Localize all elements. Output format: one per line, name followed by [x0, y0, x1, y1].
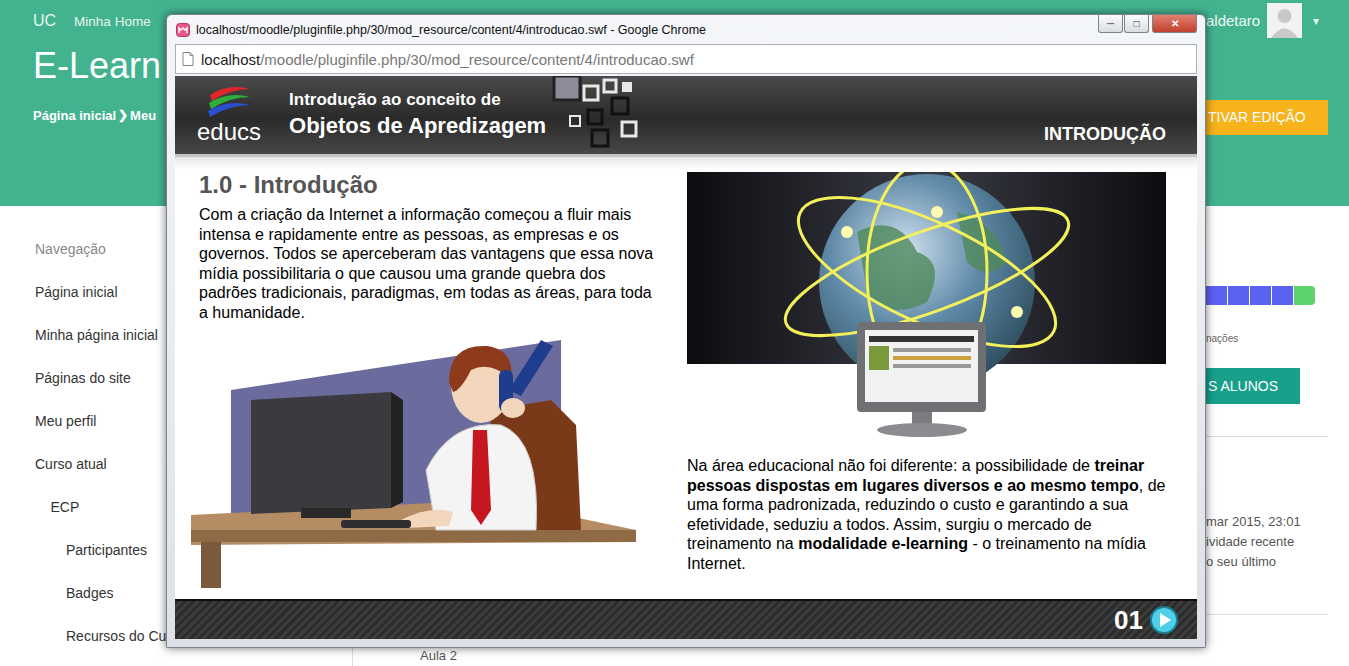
navigation-item[interactable]: Minha página inicial: [0, 314, 166, 357]
logo-text: educs: [197, 119, 261, 145]
window-title: localhost/moodle/pluginfile.php/30/mod_r…: [196, 23, 706, 37]
navigation-item[interactable]: Recursos do Cu: [0, 615, 166, 658]
header-left: UC Minha Home E-Learn Página inicial❯Meu: [0, 0, 166, 206]
navigation-item[interactable]: Participantes: [0, 529, 166, 572]
chrome-popup-window[interactable]: localhost/moodle/pluginfile.php/30/mod_r…: [166, 14, 1206, 648]
progress-block[interactable]: [1272, 286, 1293, 305]
paragraph-segment: Na área educacional não foi diferente: a…: [687, 457, 1094, 474]
breadcrumb: Página inicial❯Meu: [33, 108, 166, 123]
url-text[interactable]: localhost/moodle/pluginfile.php/30/mod_r…: [201, 51, 694, 68]
user-name[interactable]: aldetaro: [1206, 12, 1260, 29]
next-play-icon[interactable]: [1149, 605, 1179, 635]
maximize-button[interactable]: □: [1124, 15, 1149, 33]
educs-swoosh-icon: [206, 85, 252, 119]
navigation-title: Navegação: [0, 228, 166, 271]
avatar-icon[interactable]: [1267, 3, 1302, 38]
man-on-phone-illustration: [191, 330, 636, 588]
top-link[interactable]: Minha Home: [74, 14, 151, 29]
moodle-page: UCMinha HomeE-LearnPágina inicial❯Meuald…: [0, 0, 1349, 666]
right-column: Na área educacional não foi diferente: a…: [687, 171, 1171, 599]
lesson-player: educs Introdução ao conceito deObjetos de…: [175, 76, 1197, 639]
divider: [1206, 436, 1328, 437]
educs-logo: educs: [197, 85, 261, 145]
moodle-favicon-icon: [176, 23, 190, 37]
breadcrumb-item[interactable]: Página inicial: [33, 108, 116, 123]
lesson-footer: 01: [175, 599, 1197, 639]
left-column: 1.0 - Introdução Com a criação da Interne…: [199, 171, 661, 599]
progress-block[interactable]: [1250, 286, 1271, 305]
edit-button[interactable]: TIVAR EDIÇÃO: [1206, 100, 1328, 135]
page-icon: [182, 52, 194, 66]
progress-block[interactable]: [1294, 286, 1315, 305]
recent-activity-line: o seu último: [1206, 552, 1349, 572]
lesson-heading: 1.0 - Introdução: [199, 171, 661, 199]
site-title: E-Learn: [33, 44, 166, 88]
recent-activity-line: mar 2015, 23:01: [1206, 512, 1349, 532]
navigation-item[interactable]: Página inicial: [0, 271, 166, 314]
navigation-item[interactable]: Páginas do site: [0, 357, 166, 400]
navigation-item[interactable]: Badges: [0, 572, 166, 615]
user-menu[interactable]: aldetaro ▾: [1206, 3, 1349, 38]
window-controls: ─□✕: [1098, 15, 1197, 33]
top-navbar: UC Minha Home: [33, 12, 166, 30]
progress-block[interactable]: [1228, 286, 1249, 305]
progress-block[interactable]: [1206, 286, 1227, 305]
navigation-block: NavegaçãoPágina inicialMinha página inic…: [0, 206, 166, 666]
header-right: aldetaro ▾ TIVAR EDIÇÃO: [1206, 0, 1349, 206]
progress-bar: [1206, 286, 1349, 305]
lesson-header: educs Introdução ao conceito deObjetos de…: [175, 76, 1197, 157]
window-titlebar[interactable]: localhost/moodle/pluginfile.php/30/mod_r…: [167, 15, 1205, 44]
page-number: 01: [1114, 605, 1143, 636]
navigation-item[interactable]: ECP: [0, 486, 166, 529]
lesson-title: Objetos de Apredizagem: [289, 111, 546, 141]
course-section[interactable]: Aula 2: [420, 648, 1206, 664]
address-bar[interactable]: localhost/moodle/pluginfile.php/30/mod_r…: [175, 44, 1197, 74]
right-blocks: nações S ALUNOS mar 2015, 23:01ividade rec…: [1206, 206, 1349, 666]
user-silhouette-icon: [1267, 3, 1302, 38]
breadcrumb-item[interactable]: Meu: [130, 108, 156, 123]
recent-activity: mar 2015, 23:01ividade recenteo seu últi…: [1206, 512, 1349, 572]
progress-caption: nações: [1206, 333, 1349, 344]
breadcrumb-separator: ❯: [118, 108, 128, 123]
students-button[interactable]: S ALUNOS: [1206, 368, 1300, 404]
paragraph-segment: modalidade e-learning: [798, 535, 968, 552]
close-button[interactable]: ✕: [1152, 15, 1197, 33]
lesson-titles: Introdução ao conceito deObjetos de Apre…: [289, 89, 546, 141]
globe-network-illustration: [687, 172, 1166, 438]
navigation-item[interactable]: Curso atual: [0, 443, 166, 486]
recent-activity-line: ividade recente: [1206, 532, 1349, 552]
navigation-item[interactable]: Meu perfil: [0, 400, 166, 443]
lesson-section: INTRODUÇÃO: [1044, 124, 1166, 154]
lesson-body: 1.0 - Introdução Com a criação da Interne…: [175, 157, 1197, 599]
lesson-paragraph: Na área educacional não foi diferente: a…: [687, 456, 1171, 599]
lesson-paragraph: Com a criação da Internet a informação c…: [199, 205, 661, 322]
minimize-button[interactable]: ─: [1098, 15, 1123, 33]
caret-icon[interactable]: ▾: [1313, 14, 1319, 28]
divider: [1206, 614, 1328, 615]
lesson-subtitle: Introdução ao conceito de: [289, 89, 546, 111]
squares-decoration-icon: [552, 76, 644, 148]
brand-link[interactable]: UC: [33, 12, 56, 30]
